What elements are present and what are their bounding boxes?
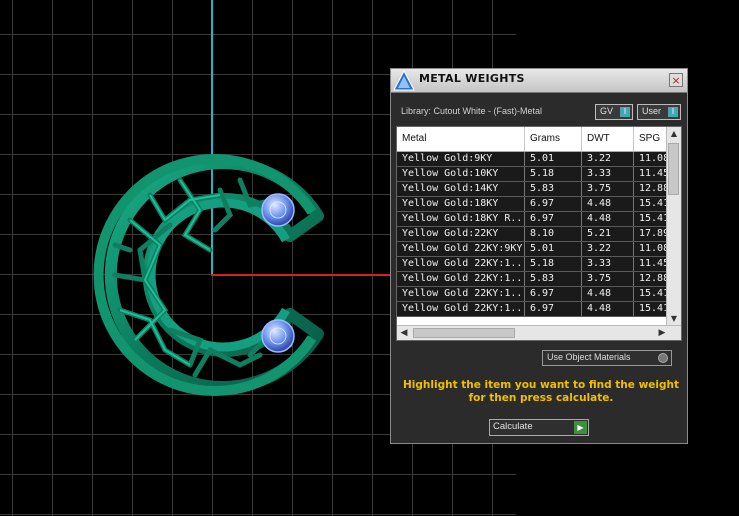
cell-grams: 5.01 bbox=[525, 242, 582, 256]
cell-dwt: 4.48 bbox=[582, 197, 634, 211]
gv-toggle-label: GV bbox=[600, 106, 614, 116]
library-label: Library: Cutout White - (Fast)-Metal bbox=[401, 106, 543, 116]
cell-dwt: 3.75 bbox=[582, 272, 634, 286]
user-toggle-label: User bbox=[642, 106, 662, 116]
scroll-up-icon[interactable]: ▲ bbox=[667, 127, 681, 141]
gv-toggle[interactable]: GV I bbox=[595, 104, 633, 120]
cell-grams: 6.97 bbox=[525, 197, 582, 211]
vertical-scroll-thumb[interactable] bbox=[668, 143, 679, 195]
cell-metal: Yellow Gold:22KY bbox=[397, 227, 525, 241]
play-arrow-icon: ▶ bbox=[574, 421, 587, 434]
cell-grams: 6.97 bbox=[525, 302, 582, 316]
calculate-label: Calculate bbox=[493, 421, 533, 432]
user-toggle-indicator: I bbox=[668, 107, 678, 117]
table-row[interactable]: Yellow Gold:22KY 8.10 5.21 17.89 bbox=[397, 227, 669, 242]
cell-metal: Yellow Gold:9KY bbox=[397, 152, 525, 166]
app-logo-icon bbox=[393, 70, 415, 91]
cell-grams: 5.18 bbox=[525, 257, 582, 271]
column-header-dwt[interactable]: DWT bbox=[582, 127, 634, 151]
scroll-left-icon[interactable]: ◀ bbox=[397, 326, 411, 340]
cell-dwt: 3.75 bbox=[582, 182, 634, 196]
cell-grams: 6.97 bbox=[525, 287, 582, 301]
toggle-knob-icon bbox=[658, 353, 668, 363]
metal-weights-panel: METAL WEIGHTS × Library: Cutout White - … bbox=[390, 68, 688, 444]
cell-grams: 6.97 bbox=[525, 212, 582, 226]
cell-metal: Yellow Gold:18KY bbox=[397, 197, 525, 211]
scroll-down-icon[interactable]: ▼ bbox=[667, 312, 681, 326]
instructions-line-1: Highlight the item you want to find the … bbox=[403, 379, 679, 391]
horizontal-scrollbar[interactable]: ◀ ▶ bbox=[397, 325, 681, 340]
instructions-line-2: for then press calculate. bbox=[468, 392, 614, 404]
scroll-right-icon[interactable]: ▶ bbox=[655, 326, 669, 340]
cell-metal: Yellow Gold 22KY:9KY bbox=[397, 242, 525, 256]
cell-dwt: 5.21 bbox=[582, 227, 634, 241]
table-row[interactable]: Yellow Gold:14KY 5.83 3.75 12.88 bbox=[397, 182, 669, 197]
instructions-text: Highlight the item you want to find the … bbox=[401, 379, 681, 405]
close-button[interactable]: × bbox=[669, 73, 683, 87]
vertical-scrollbar[interactable]: ▲ ▼ bbox=[666, 127, 681, 326]
calculate-button[interactable]: Calculate ▶ bbox=[489, 419, 589, 436]
table-row[interactable]: Yellow Gold 22KY:1... 5.18 3.33 11.45 bbox=[397, 257, 669, 272]
horizontal-scroll-thumb[interactable] bbox=[413, 328, 515, 338]
metal-weights-table: Metal Grams DWT SPG Yellow Gold:9KY 5.01 3… bbox=[396, 126, 682, 341]
cell-metal: Yellow Gold 22KY:1... bbox=[397, 302, 525, 316]
cell-metal: Yellow Gold 22KY:1... bbox=[397, 287, 525, 301]
close-icon: × bbox=[671, 74, 681, 87]
diamond-gem-icon bbox=[261, 193, 295, 227]
cell-metal: Yellow Gold:18KY R... bbox=[397, 212, 525, 226]
column-header-metal[interactable]: Metal bbox=[397, 127, 525, 151]
table-row[interactable]: Yellow Gold 22KY:1... 6.97 4.48 15.41 bbox=[397, 287, 669, 302]
cell-metal: Yellow Gold:10KY bbox=[397, 167, 525, 181]
title-bar[interactable]: METAL WEIGHTS × bbox=[391, 69, 687, 93]
cell-metal: Yellow Gold:14KY bbox=[397, 182, 525, 196]
table-row[interactable]: Yellow Gold 22KY:9KY 5.01 3.22 11.08 bbox=[397, 242, 669, 257]
column-header-grams[interactable]: Grams bbox=[525, 127, 582, 151]
cell-dwt: 4.48 bbox=[582, 212, 634, 226]
cell-grams: 8.10 bbox=[525, 227, 582, 241]
table-header: Metal Grams DWT SPG bbox=[397, 127, 669, 152]
cell-metal: Yellow Gold 22KY:1... bbox=[397, 272, 525, 286]
use-object-materials-toggle[interactable]: Use Object Materials bbox=[542, 350, 672, 366]
cell-grams: 5.83 bbox=[525, 272, 582, 286]
gv-toggle-indicator: I bbox=[620, 107, 630, 117]
table-row[interactable]: Yellow Gold:9KY 5.01 3.22 11.08 bbox=[397, 152, 669, 167]
table-row[interactable]: Yellow Gold:18KY 6.97 4.48 15.41 bbox=[397, 197, 669, 212]
cell-dwt: 3.22 bbox=[582, 152, 634, 166]
user-toggle[interactable]: User I bbox=[637, 104, 681, 120]
cell-dwt: 4.48 bbox=[582, 287, 634, 301]
cell-grams: 5.01 bbox=[525, 152, 582, 166]
table-row[interactable]: Yellow Gold:18KY R... 6.97 4.48 15.41 bbox=[397, 212, 669, 227]
cell-dwt: 3.22 bbox=[582, 242, 634, 256]
cell-metal: Yellow Gold 22KY:1... bbox=[397, 257, 525, 271]
table-row[interactable]: Yellow Gold 22KY:1... 5.83 3.75 12.88 bbox=[397, 272, 669, 287]
cell-grams: 5.83 bbox=[525, 182, 582, 196]
table-row[interactable]: Yellow Gold:10KY 5.18 3.33 11.45 bbox=[397, 167, 669, 182]
letter-c-model[interactable] bbox=[90, 150, 340, 410]
table-row[interactable]: Yellow Gold 22KY:1... 6.97 4.48 15.41 bbox=[397, 302, 669, 317]
table-body: Yellow Gold:9KY 5.01 3.22 11.08 Yellow Gold:… bbox=[397, 152, 669, 317]
panel-title: METAL WEIGHTS bbox=[419, 72, 525, 85]
diamond-gem-icon bbox=[261, 319, 295, 353]
cell-dwt: 4.48 bbox=[582, 302, 634, 316]
cell-dwt: 3.33 bbox=[582, 257, 634, 271]
use-object-materials-label: Use Object Materials bbox=[547, 352, 631, 362]
cell-dwt: 3.33 bbox=[582, 167, 634, 181]
cell-grams: 5.18 bbox=[525, 167, 582, 181]
